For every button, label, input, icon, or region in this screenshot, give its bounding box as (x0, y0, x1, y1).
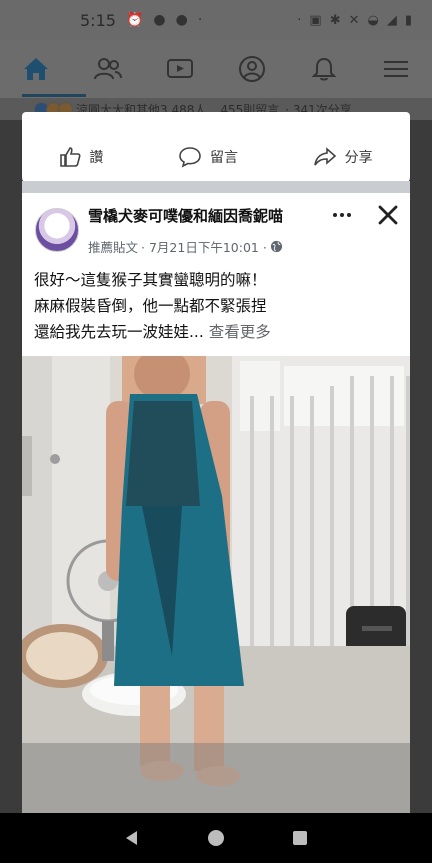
status-bar: 5:15 ⏰ ● ● · · ▣ ✱ ✕ ◒ ◢ ▮ (0, 0, 432, 40)
comment-label: 留言 (209, 150, 238, 166)
page-name[interactable]: 雪橇犬麥可噗優和緬因喬鈮喵 (88, 205, 283, 226)
post-text-line: 麻麻假裝昏倒，他一點都不緊張捏 (34, 297, 267, 315)
wifi-icon: ◒ (367, 12, 379, 28)
post-actions: 讚 留言 分享 (22, 134, 410, 180)
watch-icon[interactable] (158, 47, 202, 91)
globe-icon (270, 240, 282, 253)
share-icon (313, 147, 336, 166)
post-header: 雪橇犬麥可噗優和緬因喬鈮喵 推薦貼文 · 7月21日下午10:01 · (22, 193, 410, 261)
post-text-line: 還給我先去玩一波娃娃... 查看更多 (34, 323, 271, 341)
back-icon[interactable] (123, 829, 141, 847)
dot-icon-right: · (297, 12, 302, 28)
bell-icon[interactable] (302, 47, 346, 91)
post-time[interactable]: · 7月21日下午10:01 · (141, 237, 267, 256)
post-meta: 推薦貼文 · 7月21日下午10:01 · (88, 237, 283, 256)
comment-icon (179, 147, 201, 168)
signal-icon: ◢ (386, 12, 397, 28)
home-circle-icon[interactable] (207, 829, 225, 847)
like-button[interactable]: 讚 (59, 146, 103, 168)
comment-button[interactable]: 留言 (178, 146, 238, 168)
battery-icon: ▮ (404, 12, 412, 28)
share-label: 分享 (344, 150, 373, 166)
see-more-link[interactable]: 查看更多 (209, 323, 271, 341)
close-icon[interactable] (376, 203, 400, 227)
home-icon[interactable] (14, 47, 58, 91)
post-video-photo[interactable] (22, 356, 410, 813)
friends-icon[interactable] (86, 47, 130, 91)
dot-icon: · (197, 12, 203, 28)
android-icon: ● (153, 12, 166, 28)
alarm-icon: ⏰ (125, 12, 144, 28)
post-text: 很好～這隻猴子其實蠻聰明的嘛！ 麻麻假裝昏倒，他一點都不緊張捏 還給我先去玩一波… (34, 267, 404, 345)
feed-separator (22, 181, 410, 193)
post-card: 雪橇犬麥可噗優和緬因喬鈮喵 推薦貼文 · 7月21日下午10:01 · 很好～這… (22, 193, 410, 813)
recents-icon[interactable] (291, 829, 309, 847)
profile-icon[interactable] (230, 47, 274, 91)
more-options-button[interactable] (328, 203, 356, 227)
sponsored-label: 推薦貼文 (88, 240, 139, 255)
bluetooth-icon: ✱ (329, 12, 341, 28)
mute-icon: ✕ (348, 12, 360, 28)
thumbs-up-icon (60, 147, 81, 167)
facebook-top-nav (0, 40, 432, 98)
status-time: 5:15 (80, 10, 116, 30)
post-text-line: 很好～這隻猴子其實蠻聰明的嘛！ (34, 271, 267, 289)
menu-icon[interactable] (374, 47, 418, 91)
active-tab-indicator (22, 94, 86, 97)
like-label: 讚 (89, 150, 104, 166)
nfc-icon: ▣ (309, 12, 322, 28)
video-controls-overlay (22, 743, 410, 813)
share-button[interactable]: 分享 (313, 146, 373, 168)
android-navigation-bar (0, 813, 432, 863)
android-icon-2: ● (175, 12, 188, 28)
page-avatar[interactable] (35, 208, 79, 252)
